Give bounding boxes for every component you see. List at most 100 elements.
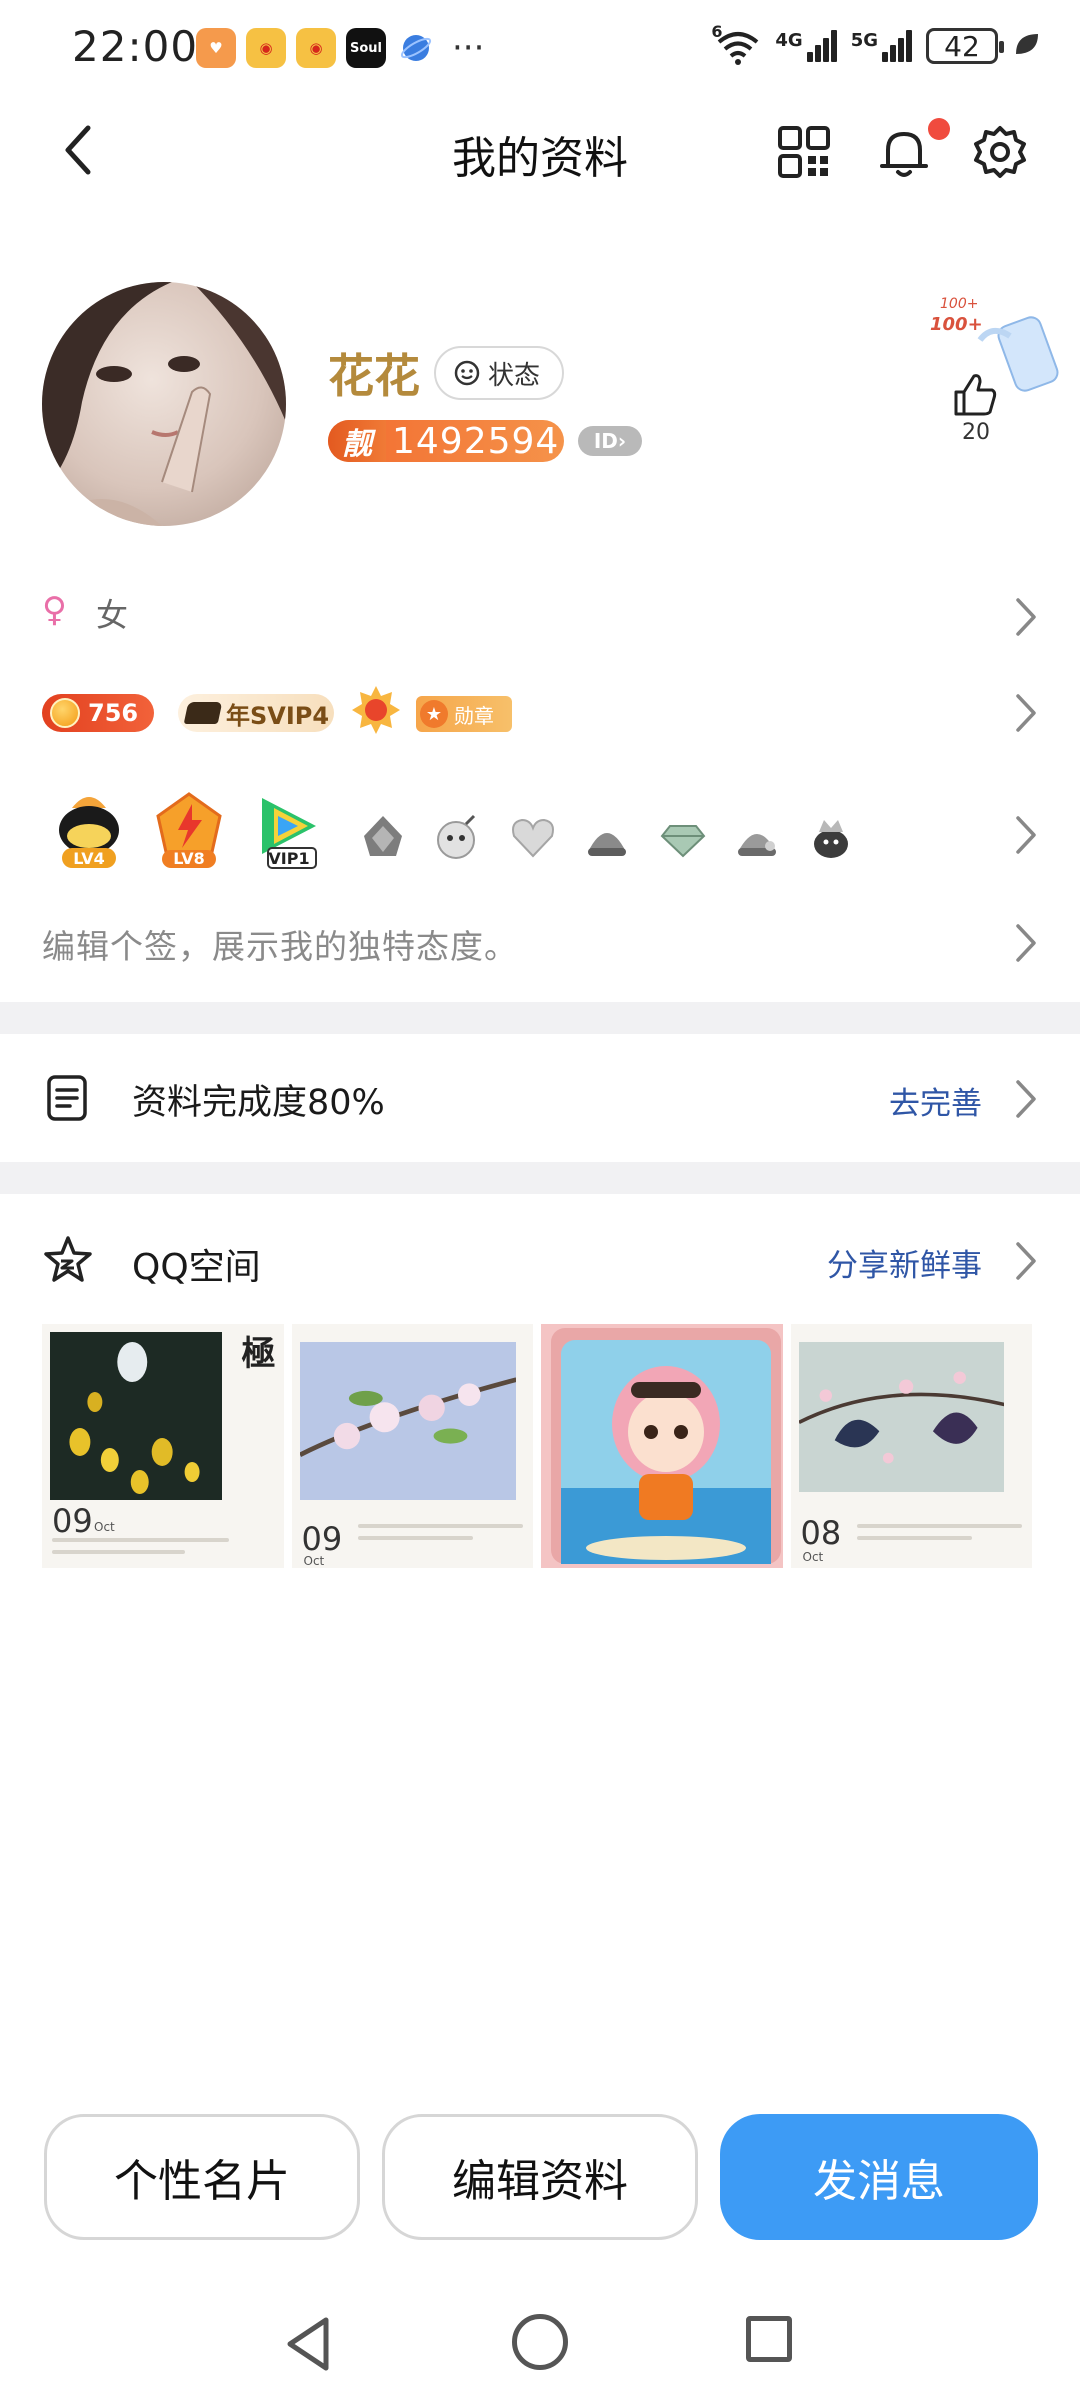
section-divider bbox=[0, 1162, 1080, 1194]
notification-icons: ♥ ◉ ◉ Soul ··· bbox=[196, 28, 484, 68]
qq-number: 1492594 bbox=[392, 420, 560, 462]
gray-hat-icon bbox=[588, 833, 626, 856]
thumbnail-text-lines bbox=[52, 1538, 274, 1568]
section-divider bbox=[0, 1002, 1080, 1034]
profile-completion-label: 资料完成度80% bbox=[132, 1083, 385, 1123]
female-icon: ♀ bbox=[42, 590, 67, 630]
qq-number-badge[interactable]: 靓 1492594 bbox=[328, 420, 564, 462]
level-icons-row[interactable]: LV4 LV8 VIP1 bbox=[0, 790, 1080, 880]
qzone-title: QQ空间 bbox=[132, 1247, 261, 1288]
status-time: 22:00 bbox=[72, 22, 199, 71]
like-sticker-text: 100+ bbox=[940, 296, 978, 312]
more-notifications-icon: ··· bbox=[452, 28, 485, 68]
gray-crown-icon bbox=[364, 816, 402, 856]
battery-icon: 42 bbox=[926, 28, 1004, 64]
svip-badge[interactable]: 年SVIP4 bbox=[178, 694, 334, 732]
svip-label: 年SVIP4 bbox=[226, 701, 330, 730]
chevron-right-icon bbox=[1016, 1242, 1036, 1280]
status-button[interactable]: 状态 bbox=[434, 346, 565, 400]
weibo-icon: ◉ bbox=[296, 28, 336, 68]
thumbnail-title-char: 極 bbox=[241, 1334, 276, 1374]
lightning-level-lv8-icon: LV8 bbox=[152, 790, 226, 870]
pretty-number-label: 靓 bbox=[328, 420, 386, 462]
wifi-icon: 6 bbox=[711, 22, 761, 66]
gray-cap-icon bbox=[738, 834, 776, 856]
signature-placeholder: 编辑个签，展示我的独特态度。 bbox=[42, 927, 518, 966]
qzone-thumbnail[interactable]: 09 Oct bbox=[291, 1324, 533, 1568]
diamond-icon bbox=[660, 825, 706, 858]
chevron-right-icon bbox=[1016, 924, 1036, 962]
qzone-thumbnails: 極 09 Oct 09 Oct 08 Oct bbox=[42, 1324, 1032, 1568]
id-card-button[interactable]: ID › bbox=[578, 426, 642, 456]
chevron-right-icon bbox=[1016, 1080, 1036, 1118]
chevron-right-icon bbox=[1016, 816, 1036, 854]
signature-row[interactable]: 编辑个签，展示我的独特态度。 bbox=[0, 910, 1080, 980]
heart-gem-icon bbox=[512, 818, 554, 858]
gear-icon bbox=[974, 126, 1026, 178]
coin-icon bbox=[50, 698, 80, 728]
moon-flowers-photo bbox=[50, 1332, 222, 1500]
chevron-right-icon: › bbox=[617, 429, 627, 453]
thumbnail-text-lines bbox=[856, 1524, 1022, 1564]
edit-profile-button[interactable]: 编辑资料 bbox=[382, 2114, 698, 2240]
leaf-icon bbox=[1012, 30, 1040, 63]
coin-value: 756 bbox=[88, 699, 139, 727]
sun-badge-icon[interactable] bbox=[350, 684, 402, 736]
personal-card-button[interactable]: 个性名片 bbox=[44, 2114, 360, 2240]
status-label: 状态 bbox=[488, 360, 541, 391]
cartoon-girl-photo bbox=[551, 1328, 781, 1564]
complete-profile-link[interactable]: 去完善 bbox=[889, 1078, 982, 1123]
thumbnail-date: 09 bbox=[52, 1502, 93, 1540]
settings-button[interactable] bbox=[970, 122, 1030, 182]
bell-icon bbox=[880, 132, 928, 177]
gender-label: 女 bbox=[96, 596, 129, 634]
smiley-icon bbox=[454, 360, 480, 386]
birds-blossom-photo bbox=[798, 1342, 1004, 1492]
notifications-button[interactable] bbox=[874, 122, 934, 182]
badges-row[interactable]: 756 年SVIP4 ★ 勋章 bbox=[0, 680, 1080, 750]
chevron-right-icon bbox=[1016, 694, 1036, 732]
star-icon: ★ bbox=[420, 700, 448, 728]
avatar[interactable] bbox=[42, 282, 286, 526]
video-vip-icon: VIP1 bbox=[252, 790, 326, 870]
thumbnail-month: Oct bbox=[94, 1520, 115, 1534]
system-recents-icon[interactable] bbox=[746, 2316, 792, 2362]
bomb-face-icon bbox=[437, 814, 476, 859]
share-news-link[interactable]: 分享新鲜事 bbox=[827, 1240, 982, 1285]
qr-code-icon bbox=[778, 126, 830, 178]
thumbnail-text-lines bbox=[357, 1524, 523, 1564]
qq-level-lv4-icon: LV4 bbox=[52, 790, 126, 870]
qzone-header-row[interactable]: QQ空间 分享新鲜事 bbox=[0, 1194, 1080, 1324]
notification-badge-dot bbox=[928, 118, 950, 140]
like-sticker-text: 100+ bbox=[930, 314, 983, 335]
profile-completion-row[interactable]: 资料完成度80% 去完善 bbox=[0, 1034, 1080, 1162]
soul-app-icon: Soul bbox=[346, 28, 386, 68]
id-label: ID bbox=[593, 429, 618, 453]
blossom-photo bbox=[299, 1342, 516, 1500]
thumbnail-month: Oct bbox=[802, 1550, 824, 1564]
system-back-icon[interactable] bbox=[280, 2314, 340, 2374]
send-message-button[interactable]: 发消息 bbox=[720, 2114, 1038, 2240]
qzone-thumbnail[interactable] bbox=[541, 1324, 783, 1568]
cell-signal-4g-icon: 4G bbox=[775, 30, 837, 62]
top-navigation: 我的资料 bbox=[0, 100, 1080, 200]
thumbnail-date: 09 bbox=[301, 1520, 343, 1558]
document-icon bbox=[47, 1075, 87, 1121]
cell-signal-5g-icon: 5G bbox=[851, 30, 912, 62]
like-count: 20 bbox=[962, 420, 990, 445]
thumbs-up-icon bbox=[954, 374, 997, 416]
qzone-thumbnail[interactable]: 極 09 Oct bbox=[42, 1324, 284, 1568]
gold-coin-badge[interactable]: 756 bbox=[42, 694, 154, 732]
qr-code-button[interactable] bbox=[776, 124, 832, 180]
system-navigation-bar bbox=[0, 2300, 1080, 2400]
medal-label: 勋章 bbox=[454, 703, 494, 728]
gender-row[interactable]: ♀ 女 bbox=[0, 580, 1080, 650]
status-bar: 22:00 ♥ ◉ ◉ Soul ··· 6 4G 5G 42 bbox=[0, 0, 1080, 100]
nickname: 花花 bbox=[328, 349, 420, 403]
qzone-thumbnail[interactable]: 08 Oct bbox=[790, 1324, 1032, 1568]
crowned-penguin-icon bbox=[814, 820, 848, 858]
thumbnail-date: 08 bbox=[800, 1514, 842, 1552]
avatar-illustration bbox=[42, 282, 286, 526]
system-home-icon[interactable] bbox=[512, 2314, 568, 2370]
medal-badge[interactable]: ★ 勋章 bbox=[416, 696, 512, 732]
